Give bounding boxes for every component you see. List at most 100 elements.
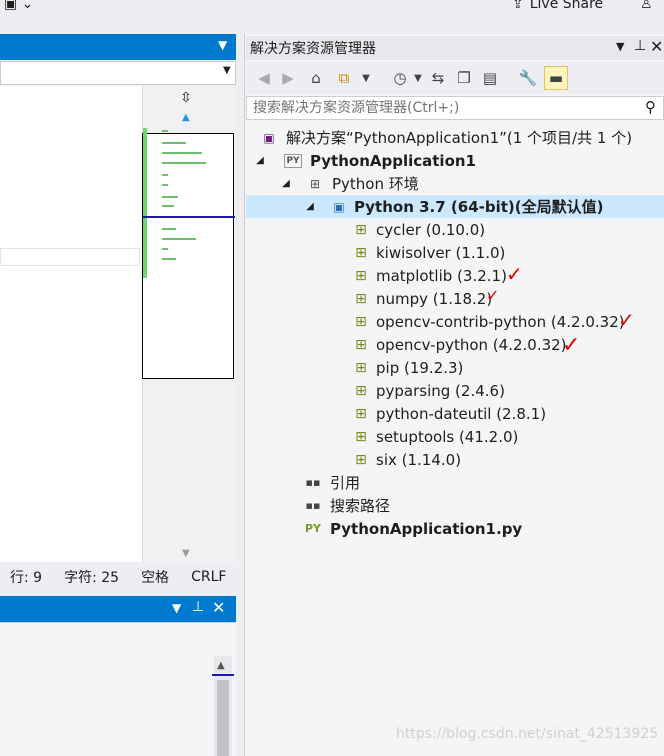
panel-menu-dropdown-icon[interactable]: ▼ (616, 40, 624, 53)
search-paths-label: 搜索路径 (330, 497, 391, 515)
package-icon: ⊞ (355, 244, 367, 261)
tree-item-solution[interactable]: ▣ 解决方案“PythonApplication1”(1 个项目/共 1 个) (246, 126, 664, 149)
tree-item-python-environments[interactable]: ◢ ⊞ Python 环境 (246, 172, 664, 195)
chevron-down-icon: ▼ (223, 65, 231, 76)
live-share-button[interactable]: ⇪ Live Share (512, 0, 603, 14)
pin-icon[interactable]: ⊥ (192, 599, 204, 615)
code-editor[interactable] (0, 86, 142, 562)
close-icon[interactable]: ✕ (212, 598, 225, 617)
python-env-label: Python 环境 (332, 175, 419, 193)
package-icon: ⊞ (355, 382, 367, 399)
editor-nav-dropdown[interactable]: ▼ (0, 61, 236, 85)
change-margin (143, 128, 147, 278)
interpreter-label: Python 3.7 (64-bit)(全局默认值) (354, 198, 604, 216)
package-icon: ⊞ (355, 290, 367, 307)
collapse-all-icon[interactable]: ❐ (452, 66, 476, 90)
line-indicator: 行: 9 (10, 570, 43, 586)
output-panel[interactable] (0, 622, 236, 756)
tree-item-package[interactable]: ⊞ pip (19.2.3) (246, 356, 664, 379)
red-checkmark-annotation: ✓ (486, 286, 500, 305)
editor-status-bar: 行: 9 字符: 25 空格 CRLF (0, 562, 236, 592)
solution-explorer-toolbar: ◀ ▶ ⌂ ⧉ ▼ ◷ ▼ ⇆ ❐ ▤ 🔧 ▬ (246, 62, 664, 94)
panel-dropdown-icon[interactable]: ▼ (172, 601, 181, 615)
tree-item-package[interactable]: ⊞ setuptools (41.2.0) (246, 425, 664, 448)
sync-icon[interactable]: ⇆ (426, 66, 450, 90)
back-icon[interactable]: ◀ (252, 66, 276, 90)
package-label: cycler (0.10.0) (376, 220, 486, 239)
tree-item-package[interactable]: ⊞ kiwisolver (1.1.0) (246, 241, 664, 264)
switch-views-icon[interactable]: ⧉ (332, 66, 356, 90)
solution-search-box[interactable]: ⚲ (246, 96, 664, 120)
forward-icon[interactable]: ▶ (276, 66, 300, 90)
package-icon: ⊞ (355, 428, 367, 445)
expand-arrow-icon[interactable]: ◢ (280, 178, 292, 189)
current-line-highlight (0, 248, 140, 266)
tree-item-package[interactable]: ⊞ cycler (0.10.0) (246, 218, 664, 241)
package-label: setuptools (41.2.0) (376, 427, 519, 446)
package-label: python-dateutil (2.8.1) (376, 404, 547, 423)
file-label: PythonApplication1.py (330, 519, 523, 538)
whitespace-indicator[interactable]: 空格 (141, 567, 169, 587)
package-icon: ⊞ (355, 451, 367, 468)
tree-item-project[interactable]: ◢ PY PythonApplication1 (246, 149, 664, 172)
package-label: six (1.14.0) (376, 450, 462, 469)
tree-item-interpreter[interactable]: ◢ ▣ Python 3.7 (64-bit)(全局默认值) (246, 195, 664, 218)
window-layout-icon[interactable]: ▣ ⌄ (4, 0, 33, 12)
output-panel-header: ▼ ⊥ ✕ (0, 596, 236, 622)
package-label: numpy (1.18.2) (376, 289, 493, 308)
tree-item-package[interactable]: ⊞ python-dateutil (2.8.1) (246, 402, 664, 425)
preview-icon[interactable]: ▬ (544, 66, 568, 90)
package-icon: ⊞ (355, 336, 367, 353)
tree-item-package[interactable]: ⊞ matplotlib (3.2.1) ✓ (246, 262, 664, 287)
expand-arrow-icon[interactable]: ◢ (304, 201, 316, 212)
pin-icon[interactable]: ⊥ (634, 38, 646, 54)
package-label: opencv-python (4.2.0.32) (376, 335, 567, 354)
split-editor-icon[interactable]: ⇳ (180, 90, 192, 106)
tree-item-package[interactable]: ⊞ pyparsing (2.4.6) (246, 379, 664, 402)
references-icon: ▪▪ (305, 476, 321, 489)
expand-arrow-icon[interactable]: ◢ (254, 155, 266, 166)
solution-tree: ▣ 解决方案“PythonApplication1”(1 个项目/共 1 个) … (246, 124, 664, 756)
project-label: PythonApplication1 (310, 151, 476, 170)
line-ending-indicator[interactable]: CRLF (191, 569, 226, 585)
properties-wrench-icon[interactable]: 🔧 (516, 66, 540, 90)
tab-dropdown-icon[interactable]: ▼ (218, 38, 227, 52)
tree-item-file[interactable]: PY PythonApplication1.py (246, 517, 664, 540)
package-label: opencv-contrib-python (4.2.0.32) (376, 312, 625, 331)
interpreter-icon: ▣ (333, 199, 345, 214)
tree-item-references[interactable]: ▪▪ 引用 (246, 471, 664, 494)
tree-item-search-paths[interactable]: ▪▪ 搜索路径 (246, 494, 664, 517)
tree-item-package[interactable]: ⊞ opencv-python (4.2.0.32) ✓ (246, 333, 664, 358)
search-icon[interactable]: ⚲ (645, 98, 656, 116)
package-icon: ⊞ (355, 405, 367, 422)
panel-scroll-thumb[interactable] (217, 680, 229, 756)
tree-item-package[interactable]: ⊞ numpy (1.18.2) ✓ (246, 286, 664, 310)
scroll-down-arrow[interactable]: ▼ (182, 548, 190, 559)
red-checkmark-annotation: ✓ (618, 308, 635, 332)
package-icon: ⊞ (355, 221, 367, 238)
chevron-down-icon[interactable]: ▼ (354, 66, 378, 90)
search-paths-icon: ▪▪ (305, 499, 321, 512)
tree-item-package[interactable]: ⊞ six (1.14.0) (246, 448, 664, 471)
python-project-icon: PY (284, 153, 302, 168)
solution-label: 解决方案“PythonApplication1”(1 个项目/共 1 个) (286, 129, 633, 147)
environments-folder-icon: ⊞ (309, 176, 321, 191)
user-icon[interactable]: ♙ (640, 0, 653, 12)
panel-title: 解决方案资源管理器 (250, 41, 376, 57)
package-icon: ⊞ (355, 267, 367, 284)
minimap-viewport[interactable] (142, 133, 234, 379)
tree-item-package[interactable]: ⊞ opencv-contrib-python (4.2.0.32) ✓ (246, 308, 664, 333)
show-all-files-icon[interactable]: ▤ (478, 66, 502, 90)
scroll-up-arrow[interactable]: ▲ (182, 112, 190, 123)
package-icon: ⊞ (355, 359, 367, 376)
close-icon[interactable]: ✕ (650, 37, 663, 56)
red-checkmark-annotation: ✓ (562, 333, 581, 358)
editor-tab-strip: ▼ (0, 34, 236, 60)
watermark: https://blog.csdn.net/sinat_42513925 (396, 726, 659, 742)
solution-icon: ▣ (263, 130, 275, 145)
references-label: 引用 (330, 474, 361, 492)
panel-scroll-up-arrow[interactable]: ▲ (217, 660, 225, 671)
home-icon[interactable]: ⌂ (304, 66, 328, 90)
search-input[interactable] (251, 99, 635, 117)
share-icon: ⇪ (512, 0, 524, 12)
